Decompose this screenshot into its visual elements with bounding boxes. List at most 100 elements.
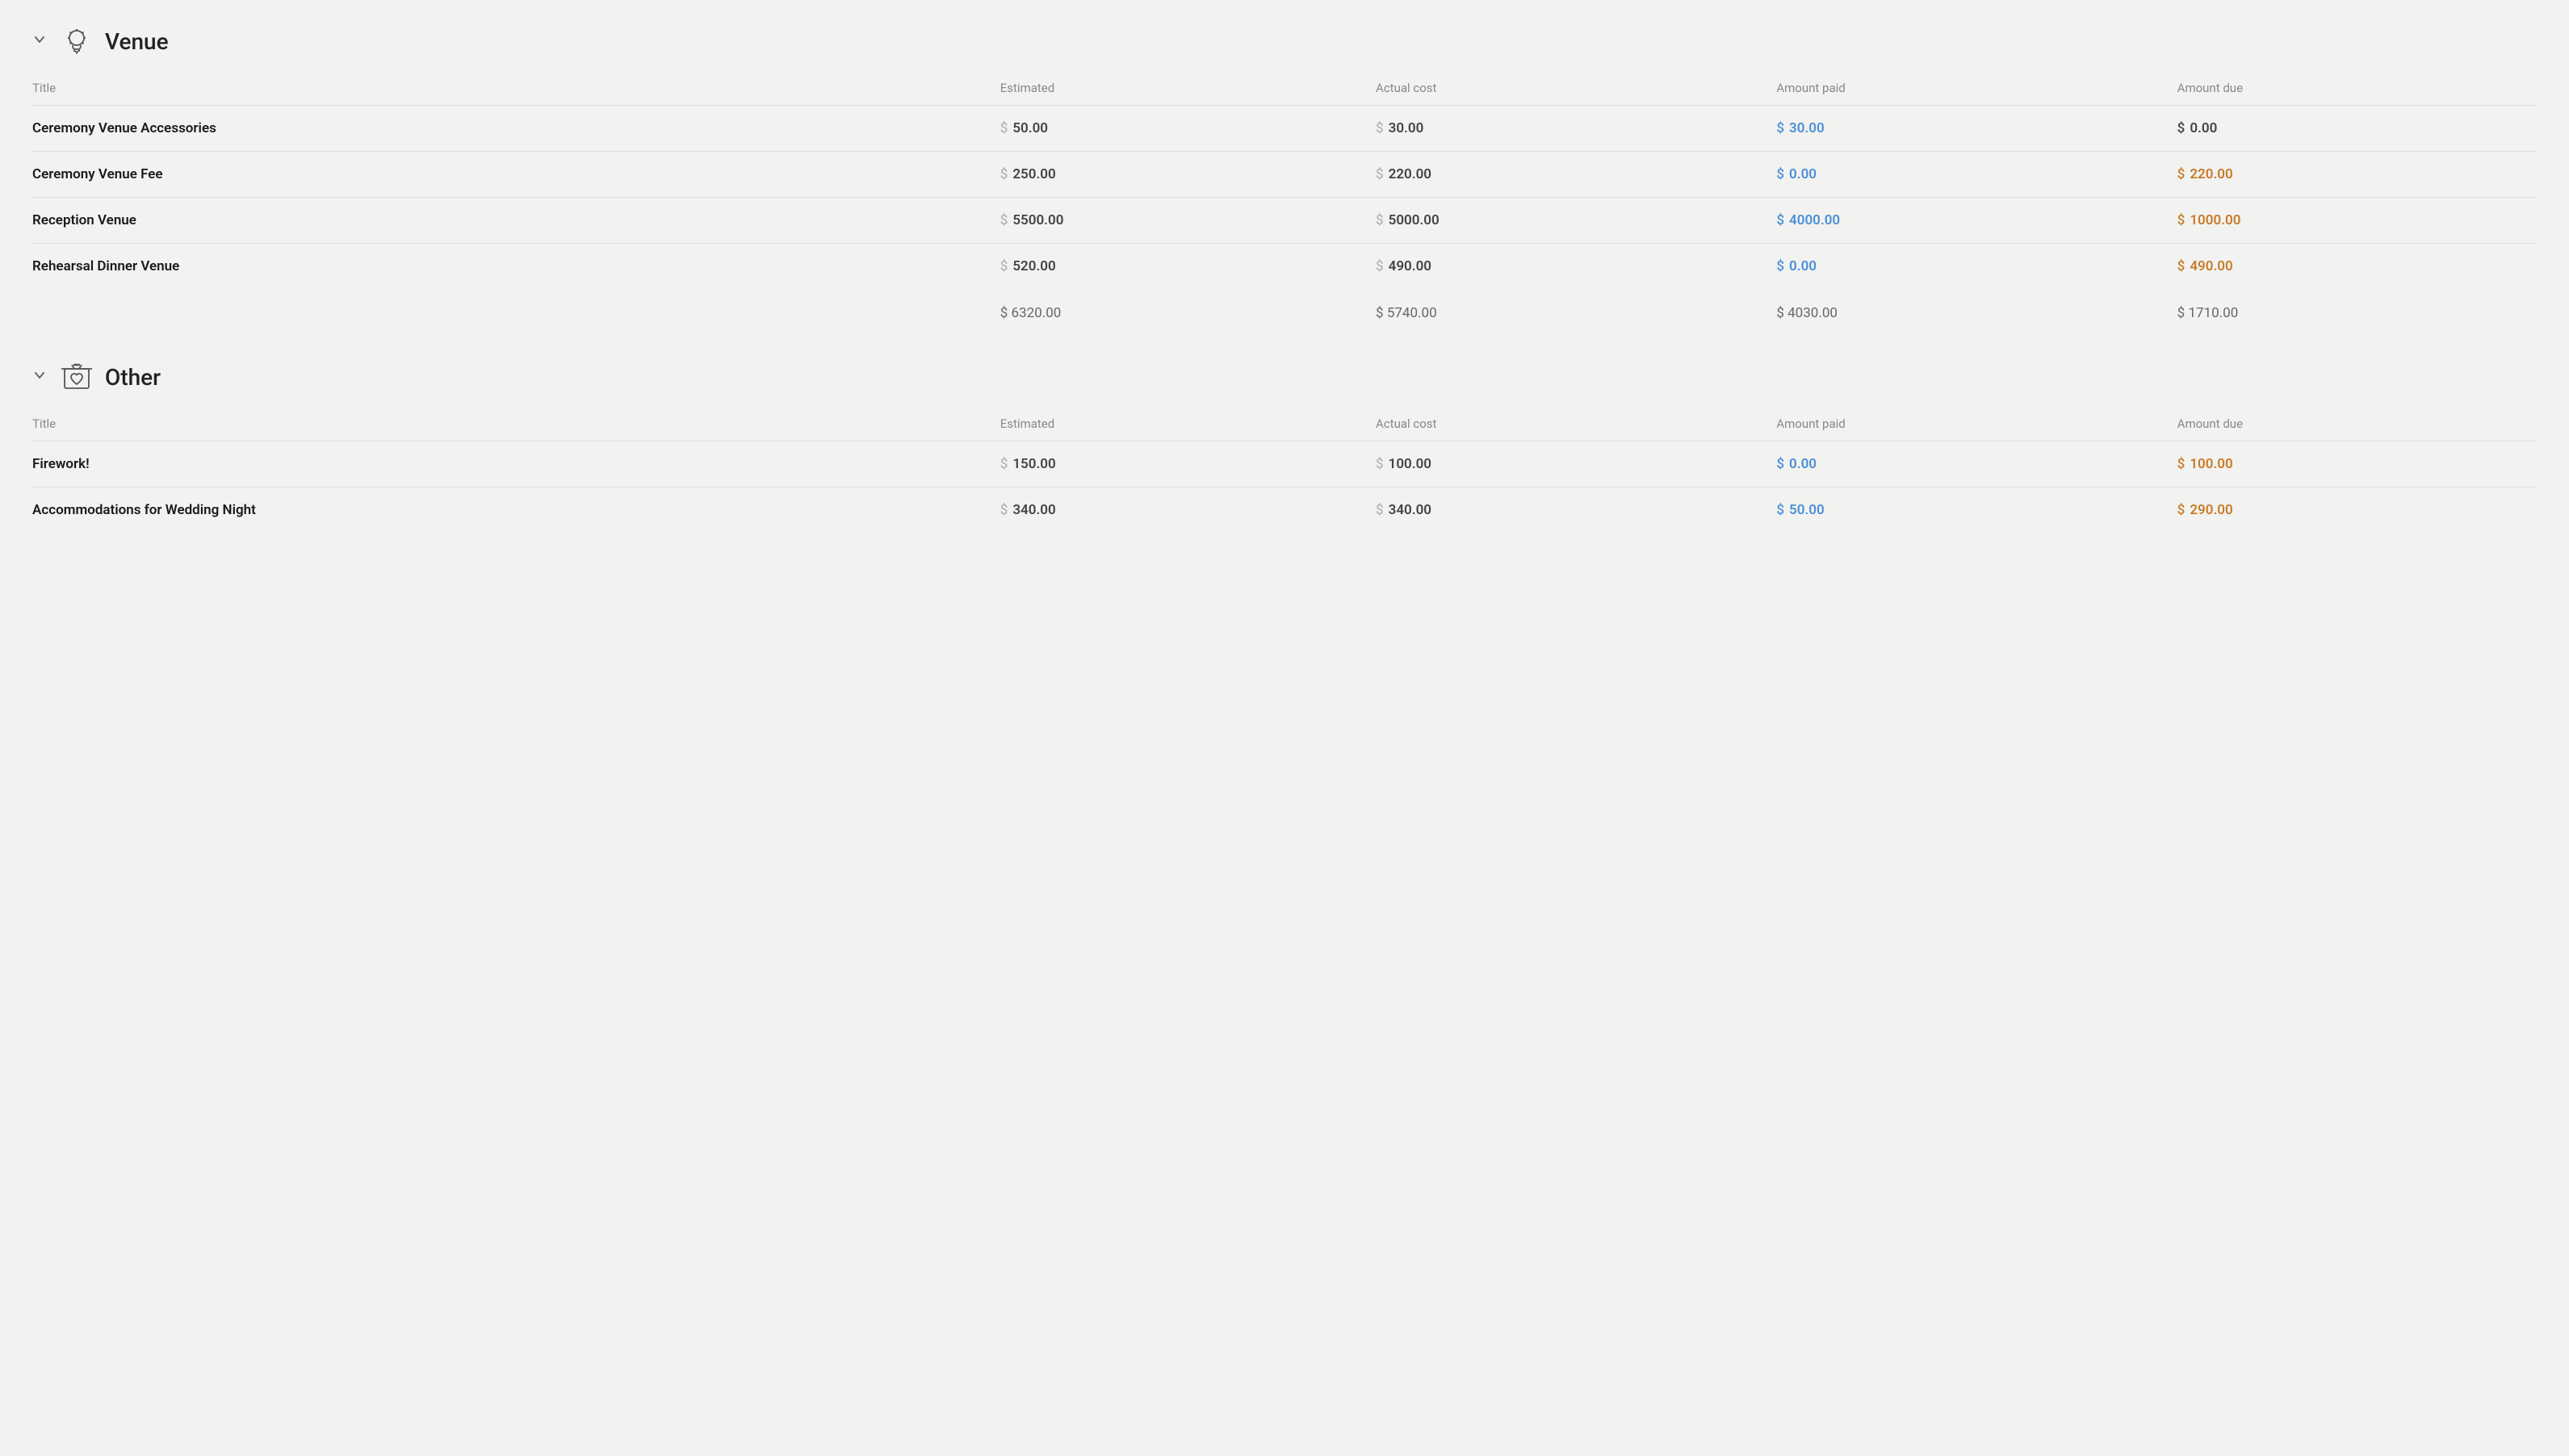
- paid-amount: 30.00: [1789, 120, 1825, 136]
- col-header-estimated: Estimated: [984, 74, 1360, 106]
- total-estimated: $ 6320.00: [984, 289, 1360, 336]
- currency-symbol: $: [1000, 120, 1008, 136]
- amount-due-value: $290.00: [2161, 487, 2537, 533]
- currency-symbol: $: [1000, 502, 1008, 518]
- table-row: Firework!$150.00$100.00$0.00$100.00: [32, 441, 2537, 487]
- amount-paid-value: $0.00: [1760, 152, 2160, 198]
- estimated-value: $340.00: [984, 487, 1360, 533]
- heart-box-icon: [60, 360, 94, 394]
- section-other: OtherTitleEstimatedActual costAmount pai…: [32, 360, 2537, 533]
- currency-symbol: $: [2177, 502, 2186, 518]
- currency-symbol: $: [1376, 456, 1384, 472]
- estimated-value: $250.00: [984, 152, 1360, 198]
- table-row: Rehearsal Dinner Venue$520.00$490.00$0.0…: [32, 244, 2537, 290]
- currency-symbol: $: [1776, 258, 1784, 274]
- actual-cost-value: $5000.00: [1360, 198, 1760, 244]
- amount-due-value: $0.00: [2161, 106, 2537, 152]
- amount-paid-value: $50.00: [1760, 487, 2160, 533]
- currency-symbol: $: [2177, 166, 2186, 182]
- estimated-value: $150.00: [984, 441, 1360, 487]
- col-header-amount_due: Amount due: [2161, 410, 2537, 441]
- estimated-amount: 250.00: [1012, 166, 1055, 182]
- table-row: Ceremony Venue Fee$250.00$220.00$0.00$22…: [32, 152, 2537, 198]
- actual-amount: 340.00: [1389, 502, 1431, 518]
- actual-amount: 5000.00: [1389, 212, 1440, 228]
- paid-amount: 50.00: [1789, 502, 1825, 518]
- currency-symbol: $: [1776, 212, 1784, 228]
- due-amount: 100.00: [2190, 456, 2232, 472]
- row-title: Firework!: [32, 441, 984, 487]
- col-header-actual_cost: Actual cost: [1360, 74, 1760, 106]
- col-header-amount_due: Amount due: [2161, 74, 2537, 106]
- lightbulb-icon: [60, 24, 94, 58]
- row-title: Accommodations for Wedding Night: [32, 487, 984, 533]
- section-title: Other: [105, 364, 161, 391]
- total-amount_paid: $ 4030.00: [1760, 289, 2160, 336]
- col-header-amount_paid: Amount paid: [1760, 410, 2160, 441]
- actual-cost-value: $30.00: [1360, 106, 1760, 152]
- currency-symbol: $: [1000, 258, 1008, 274]
- currency-symbol: $: [1776, 456, 1784, 472]
- actual-amount: 100.00: [1389, 456, 1431, 472]
- chevron-down-icon[interactable]: [32, 368, 48, 387]
- row-title: Ceremony Venue Accessories: [32, 106, 984, 152]
- amount-paid-value: $0.00: [1760, 441, 2160, 487]
- currency-symbol: $: [1000, 456, 1008, 472]
- actual-cost-value: $340.00: [1360, 487, 1760, 533]
- table-row: Accommodations for Wedding Night$340.00$…: [32, 487, 2537, 533]
- row-title: Ceremony Venue Fee: [32, 152, 984, 198]
- amount-paid-value: $0.00: [1760, 244, 2160, 290]
- currency-symbol: $: [1376, 166, 1384, 182]
- amount-due-value: $1000.00: [2161, 198, 2537, 244]
- actual-cost-value: $100.00: [1360, 441, 1760, 487]
- amount-due-value: $490.00: [2161, 244, 2537, 290]
- section-title: Venue: [105, 28, 169, 55]
- estimated-amount: 5500.00: [1012, 212, 1063, 228]
- actual-cost-value: $490.00: [1360, 244, 1760, 290]
- due-amount: 220.00: [2190, 166, 2232, 182]
- actual-amount: 490.00: [1389, 258, 1431, 274]
- estimated-amount: 340.00: [1012, 502, 1055, 518]
- paid-amount: 4000.00: [1789, 212, 1840, 228]
- currency-symbol: $: [1376, 120, 1384, 136]
- row-title: Rehearsal Dinner Venue: [32, 244, 984, 290]
- col-header-estimated: Estimated: [984, 410, 1360, 441]
- amount-due-value: $220.00: [2161, 152, 2537, 198]
- currency-symbol: $: [2177, 456, 2186, 472]
- section-header-other[interactable]: Other: [32, 360, 2537, 394]
- section-header-venue[interactable]: Venue: [32, 24, 2537, 58]
- estimated-amount: 150.00: [1012, 456, 1055, 472]
- estimated-amount: 520.00: [1012, 258, 1055, 274]
- currency-symbol: $: [2177, 258, 2186, 274]
- total-amount_due: $ 1710.00: [2161, 289, 2537, 336]
- paid-amount: 0.00: [1789, 258, 1817, 274]
- actual-cost-value: $220.00: [1360, 152, 1760, 198]
- actual-amount: 220.00: [1389, 166, 1431, 182]
- total-actual_cost: $ 5740.00: [1360, 289, 1760, 336]
- currency-symbol: $: [1376, 212, 1384, 228]
- currency-symbol: $: [1376, 502, 1384, 518]
- due-amount: 0.00: [2190, 120, 2217, 136]
- currency-symbol: $: [1776, 166, 1784, 182]
- currency-symbol: $: [2177, 212, 2186, 228]
- estimated-value: $5500.00: [984, 198, 1360, 244]
- col-header-title: Title: [32, 74, 984, 106]
- table-row: Reception Venue$5500.00$5000.00$4000.00$…: [32, 198, 2537, 244]
- currency-symbol: $: [1776, 502, 1784, 518]
- amount-paid-value: $4000.00: [1760, 198, 2160, 244]
- estimated-amount: 50.00: [1012, 120, 1048, 136]
- chevron-down-icon[interactable]: [32, 32, 48, 51]
- table-venue: TitleEstimatedActual costAmount paidAmou…: [32, 74, 2537, 336]
- amount-paid-value: $30.00: [1760, 106, 2160, 152]
- currency-symbol: $: [2177, 120, 2186, 136]
- due-amount: 1000.00: [2190, 212, 2240, 228]
- paid-amount: 0.00: [1789, 166, 1817, 182]
- due-amount: 490.00: [2190, 258, 2232, 274]
- currency-symbol: $: [1000, 212, 1008, 228]
- actual-amount: 30.00: [1389, 120, 1424, 136]
- section-venue: Venue TitleEstimatedActual costAmount pai…: [32, 24, 2537, 336]
- totals-row: $ 6320.00$ 5740.00$ 4030.00$ 1710.00: [32, 289, 2537, 336]
- estimated-value: $520.00: [984, 244, 1360, 290]
- due-amount: 290.00: [2190, 502, 2232, 518]
- currency-symbol: $: [1000, 166, 1008, 182]
